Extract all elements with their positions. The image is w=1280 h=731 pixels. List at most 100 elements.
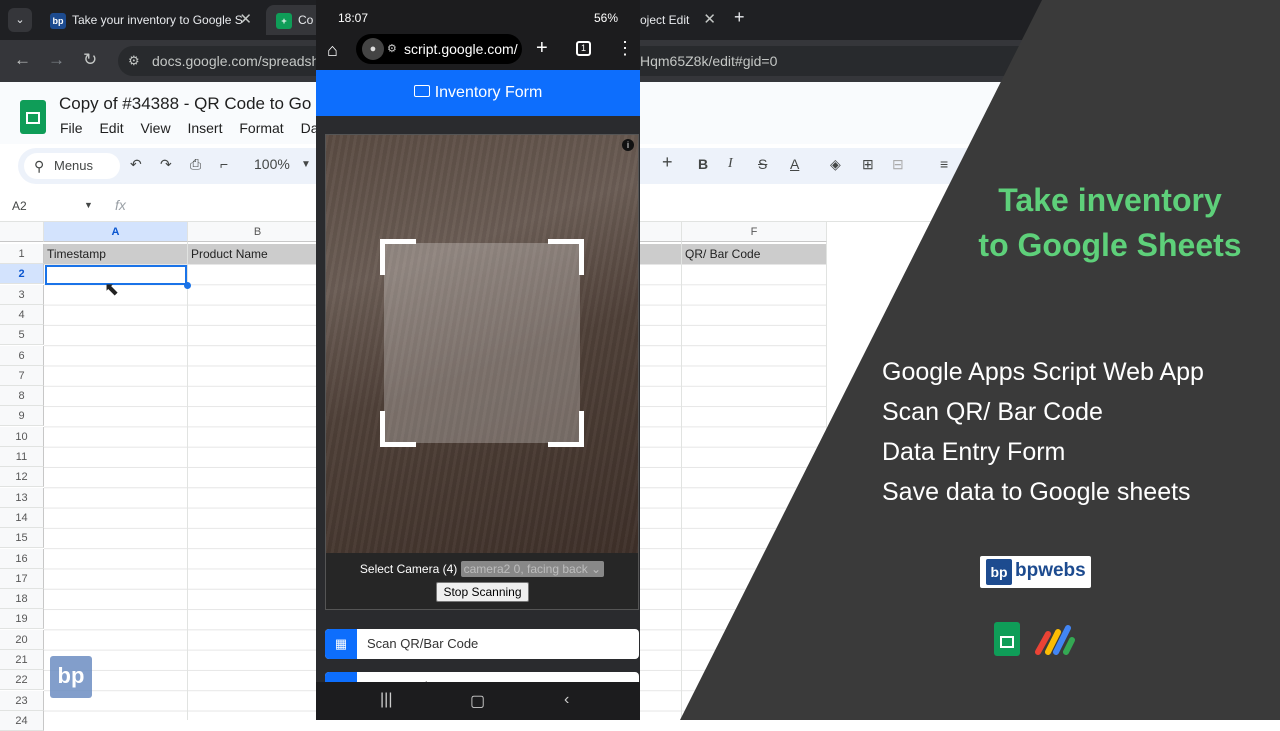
- column-divider: [187, 242, 188, 720]
- menus-label: Menus: [54, 158, 94, 173]
- row-header[interactable]: 13: [0, 487, 44, 508]
- bold-icon[interactable]: B: [698, 156, 708, 172]
- borders-icon[interactable]: ⊞: [862, 156, 874, 173]
- form-icon: [413, 84, 430, 97]
- row-header[interactable]: 8: [0, 386, 44, 407]
- scan-qr-button[interactable]: ▦ Scan QR/Bar Code: [325, 629, 639, 659]
- tab-search-dropdown[interactable]: ⌄: [8, 8, 32, 32]
- fill-color-icon[interactable]: ◈: [830, 156, 841, 173]
- column-header-b[interactable]: B: [188, 222, 328, 242]
- cell-a1[interactable]: Timestamp: [44, 244, 188, 264]
- site-settings-icon[interactable]: ⚙: [387, 34, 397, 64]
- status-time: 18:07: [338, 11, 369, 25]
- name-box[interactable]: A2: [12, 199, 27, 213]
- bp-mark: bp: [986, 559, 1012, 585]
- info-icon[interactable]: i: [622, 139, 634, 151]
- zoom-select[interactable]: 100%: [254, 156, 290, 172]
- new-tab-icon[interactable]: +: [536, 37, 548, 60]
- scan-corner: [380, 411, 416, 447]
- row-header[interactable]: 1: [0, 244, 44, 264]
- row-header[interactable]: 11: [0, 447, 44, 467]
- cell-e1[interactable]: [640, 244, 682, 264]
- row-header[interactable]: 12: [0, 467, 44, 488]
- stop-scanning-button[interactable]: Stop Scanning: [436, 582, 529, 602]
- menu-edit[interactable]: Edit: [99, 120, 123, 136]
- increase-font-icon[interactable]: +: [662, 152, 673, 173]
- row-header[interactable]: 24: [0, 710, 44, 731]
- cell-b1[interactable]: Product Name: [188, 244, 328, 264]
- menu-format[interactable]: Format: [239, 120, 283, 136]
- bp-watermark-logo: bp: [50, 656, 92, 698]
- select-all-corner[interactable]: [0, 222, 44, 242]
- paint-format-icon[interactable]: ⌐: [220, 156, 228, 172]
- search-menus-button[interactable]: ⚲ Menus: [24, 153, 120, 179]
- text-color-icon[interactable]: A: [790, 156, 799, 172]
- mobile-address-bar[interactable]: ● ⚙ script.google.com/: [356, 34, 522, 64]
- back-icon[interactable]: ←: [14, 50, 31, 70]
- merge-cells-icon[interactable]: ⊟: [892, 156, 904, 173]
- row-header[interactable]: 21: [0, 650, 44, 670]
- row-header[interactable]: 23: [0, 690, 44, 711]
- redo-icon[interactable]: ↷: [160, 156, 172, 173]
- home-icon[interactable]: ⌂: [327, 40, 338, 61]
- row-header[interactable]: 9: [0, 406, 44, 427]
- undo-icon[interactable]: ↶: [130, 156, 142, 173]
- row-header[interactable]: 3: [0, 284, 44, 305]
- reload-icon[interactable]: ↻: [83, 50, 97, 70]
- row-header[interactable]: 16: [0, 548, 44, 569]
- row-header[interactable]: 18: [0, 589, 44, 610]
- menu-insert[interactable]: Insert: [187, 120, 222, 136]
- chevron-down-icon[interactable]: ▼: [301, 159, 311, 170]
- row-header[interactable]: 17: [0, 568, 44, 589]
- document-title[interactable]: Copy of #34388 - QR Code to Go: [59, 94, 311, 114]
- app-title: Inventory Form: [434, 84, 543, 101]
- row-header[interactable]: 5: [0, 325, 44, 346]
- status-battery: 56%: [593, 11, 618, 25]
- google-sheets-logo-icon[interactable]: [20, 100, 46, 134]
- tab-label: roject Edit: [636, 13, 690, 27]
- tab-inventory-blog[interactable]: bp Take your inventory to Google S ✕: [40, 5, 262, 35]
- row-header[interactable]: 4: [0, 304, 44, 325]
- align-icon[interactable]: ≡: [940, 156, 948, 172]
- camera-select[interactable]: camera2 0, facing back ⌄: [460, 561, 605, 577]
- row-header[interactable]: 20: [0, 629, 44, 650]
- scan-corner: [380, 239, 416, 275]
- site-settings-icon[interactable]: ⚙: [128, 46, 140, 76]
- qr-code-icon: ▦: [325, 629, 357, 659]
- mobile-url-text: script.google.com/: [404, 41, 518, 57]
- back-icon[interactable]: ‹: [564, 691, 569, 709]
- close-icon[interactable]: ✕: [239, 5, 252, 35]
- row-header[interactable]: 10: [0, 426, 44, 447]
- column-header-f[interactable]: F: [682, 222, 827, 242]
- print-icon[interactable]: ⎙: [190, 156, 201, 173]
- row-header[interactable]: 22: [0, 670, 44, 691]
- scan-qr-label: Scan QR/Bar Code: [367, 636, 479, 651]
- italic-icon[interactable]: I: [728, 156, 733, 172]
- android-nav-bar: ||| ▢ ‹: [316, 682, 640, 720]
- tab-project-editor[interactable]: roject Edit ✕: [636, 5, 726, 35]
- close-icon[interactable]: ✕: [703, 5, 716, 35]
- home-circle-icon[interactable]: ▢: [470, 691, 485, 711]
- recent-apps-icon[interactable]: |||: [380, 691, 392, 709]
- column-header-a[interactable]: A: [44, 222, 188, 242]
- cell-f1[interactable]: QR/ Bar Code: [682, 244, 827, 264]
- app-header: Inventory Form: [316, 70, 640, 116]
- row-header[interactable]: 14: [0, 507, 44, 528]
- fill-handle[interactable]: [184, 282, 191, 289]
- tab-switcher-button[interactable]: 1: [576, 41, 591, 56]
- more-options-icon[interactable]: ⋮: [616, 38, 634, 59]
- menu-view[interactable]: View: [140, 120, 170, 136]
- strikethrough-icon[interactable]: S: [758, 156, 767, 172]
- chevron-down-icon[interactable]: ▼: [84, 200, 93, 210]
- row-header[interactable]: 6: [0, 345, 44, 366]
- row-header[interactable]: 19: [0, 609, 44, 630]
- feature-item: Scan QR/ Bar Code: [882, 398, 1103, 426]
- row-header[interactable]: 15: [0, 528, 44, 549]
- camera-select-value: camera2 0, facing back: [463, 562, 588, 576]
- row-header[interactable]: 2: [0, 264, 44, 285]
- menu-file[interactable]: File: [60, 120, 83, 136]
- forward-icon[interactable]: →: [48, 50, 65, 70]
- column-header-e[interactable]: [640, 222, 682, 242]
- new-tab-icon[interactable]: +: [734, 7, 745, 28]
- row-header[interactable]: 7: [0, 365, 44, 386]
